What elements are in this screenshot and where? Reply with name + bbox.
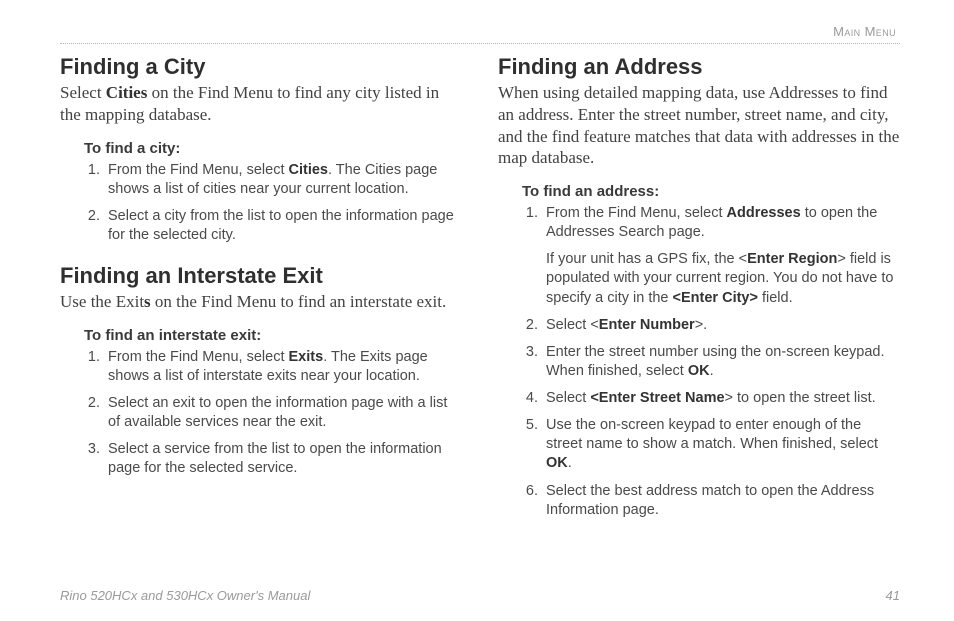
text: If your unit has a GPS fix, the < xyxy=(546,251,747,267)
bold: <Enter City> xyxy=(673,290,758,306)
bold: OK xyxy=(546,455,568,471)
steps-find-an-address: From the Find Menu, select Addresses to … xyxy=(522,204,900,520)
steps-find-interstate-exit: From the Find Menu, select Exits. The Ex… xyxy=(84,348,462,479)
text: . xyxy=(568,455,572,471)
bold: Enter Region xyxy=(747,251,837,267)
header-rule xyxy=(60,43,900,44)
left-column: Finding a City Select Cities on the Find… xyxy=(60,54,462,538)
text: Use the Exit xyxy=(60,292,144,311)
text: Select xyxy=(60,83,106,102)
footer-page-number: 41 xyxy=(886,588,900,603)
bold: Addresses xyxy=(727,205,801,221)
text: Select xyxy=(546,390,590,406)
bold: Exits xyxy=(289,349,324,365)
text: on the Find Menu to find an interstate e… xyxy=(151,292,447,311)
note: If your unit has a GPS fix, the <Enter R… xyxy=(546,250,900,307)
list-item: Select a city from the list to open the … xyxy=(104,207,462,245)
bold: s xyxy=(144,292,151,311)
heading-finding-an-address: Finding an Address xyxy=(498,54,900,80)
text: field. xyxy=(758,290,793,306)
list-item: Use the on-screen keypad to enter enough… xyxy=(542,416,900,473)
manual-page: Main Menu Finding a City Select Cities o… xyxy=(0,0,954,621)
list-item: From the Find Menu, select Exits. The Ex… xyxy=(104,348,462,386)
bold: <Enter Street Name xyxy=(590,390,724,406)
bold: Enter Number xyxy=(599,317,695,333)
text: Use the on-screen keypad to enter enough… xyxy=(546,417,878,452)
subhead-find-an-address: To find an address: xyxy=(522,183,900,200)
lead-interstate-exit: Use the Exits on the Find Menu to find a… xyxy=(60,291,462,313)
text: From the Find Menu, select xyxy=(108,162,289,178)
lead-finding-an-address: When using detailed mapping data, use Ad… xyxy=(498,82,900,169)
heading-finding-interstate-exit: Finding an Interstate Exit xyxy=(60,263,462,289)
bold: Cities xyxy=(289,162,329,178)
bold-cities: Cities xyxy=(106,83,148,102)
subhead-find-a-city: To find a city: xyxy=(84,140,462,157)
list-item: Enter the street number using the on-scr… xyxy=(542,343,900,381)
list-item: Select an exit to open the information p… xyxy=(104,394,462,432)
text: >. xyxy=(695,317,708,333)
text: From the Find Menu, select xyxy=(108,349,289,365)
text: Enter the street number using the on-scr… xyxy=(546,344,885,379)
list-item: Select <Enter Street Name> to open the s… xyxy=(542,389,900,408)
list-item: From the Find Menu, select Cities. The C… xyxy=(104,161,462,199)
header-section-label: Main Menu xyxy=(60,24,900,39)
content-columns: Finding a City Select Cities on the Find… xyxy=(60,54,900,538)
text: . xyxy=(710,363,714,379)
lead-finding-a-city: Select Cities on the Find Menu to find a… xyxy=(60,82,462,126)
steps-find-a-city: From the Find Menu, select Cities. The C… xyxy=(84,161,462,246)
page-footer: Rino 520HCx and 530HCx Owner's Manual 41 xyxy=(60,588,900,603)
text: Select < xyxy=(546,317,599,333)
bold: OK xyxy=(688,363,710,379)
list-item: Select the best address match to open th… xyxy=(542,482,900,520)
footer-manual-title: Rino 520HCx and 530HCx Owner's Manual xyxy=(60,588,310,603)
list-item: Select <Enter Number>. xyxy=(542,316,900,335)
heading-finding-a-city: Finding a City xyxy=(60,54,462,80)
text: From the Find Menu, select xyxy=(546,205,727,221)
text: > to open the street list. xyxy=(725,390,876,406)
right-column: Finding an Address When using detailed m… xyxy=(498,54,900,538)
subhead-find-interstate-exit: To find an interstate exit: xyxy=(84,327,462,344)
list-item: From the Find Menu, select Addresses to … xyxy=(542,204,900,308)
list-item: Select a service from the list to open t… xyxy=(104,440,462,478)
